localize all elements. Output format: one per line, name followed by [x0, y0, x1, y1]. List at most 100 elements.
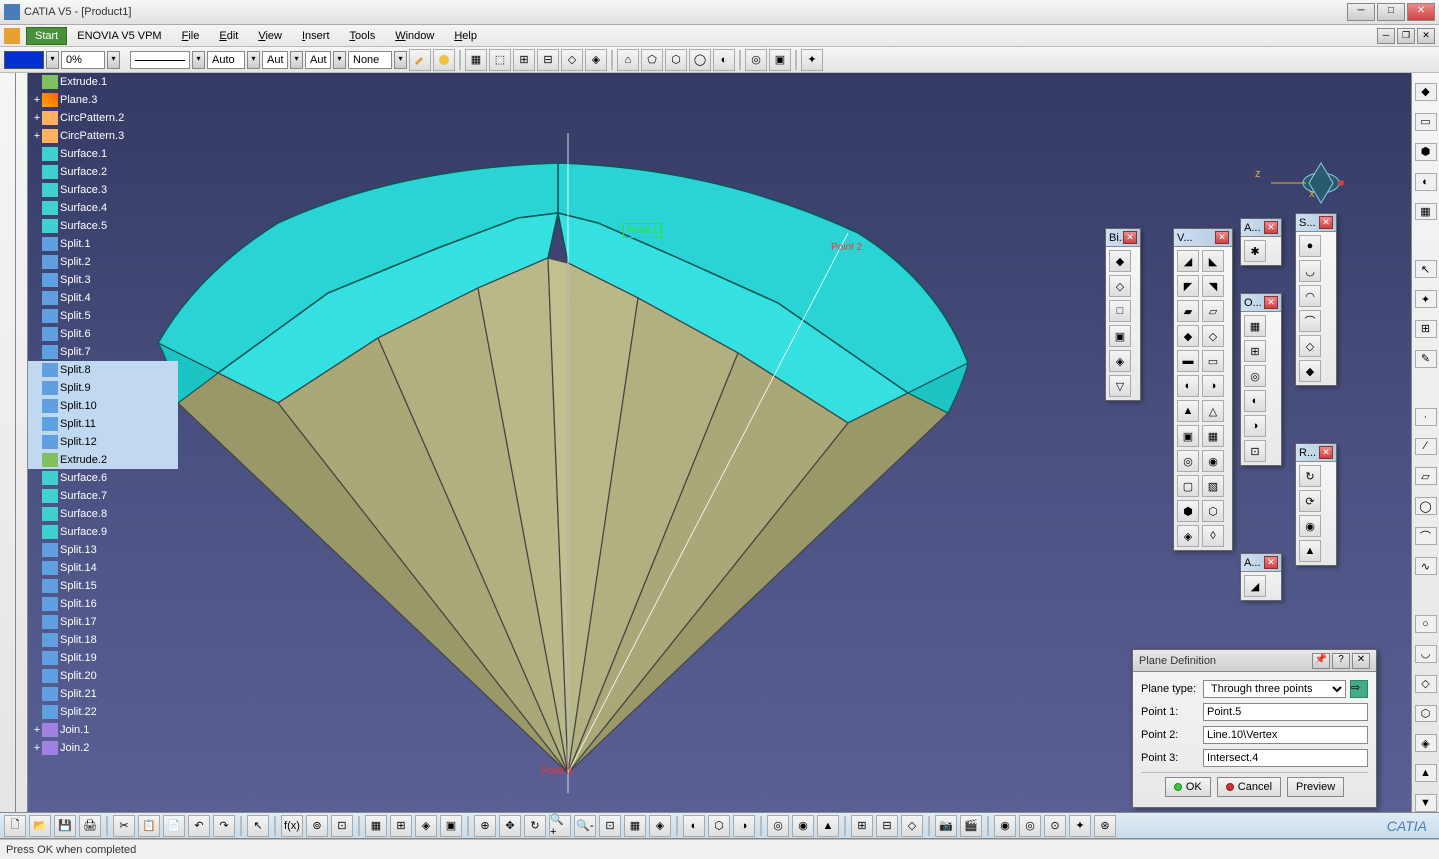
redo-icon[interactable]: ↷ — [213, 815, 235, 837]
tree-node-split-4[interactable]: Split.4 — [28, 289, 178, 307]
opacity-combo[interactable]: 0% — [61, 51, 105, 69]
tb-icon-14[interactable]: ✦ — [801, 49, 823, 71]
tree-node-circpattern-2[interactable]: +CircPattern.2 — [28, 109, 178, 127]
tree-node-split-5[interactable]: Split.5 — [28, 307, 178, 325]
zoom-out-icon[interactable]: 🔍- — [574, 815, 596, 837]
iso-view-icon[interactable]: ◈ — [649, 815, 671, 837]
tb-icon-1[interactable]: ▦ — [465, 49, 487, 71]
rail-tool-10[interactable]: ∕ — [1415, 438, 1437, 456]
rail-tool-17[interactable]: ◇ — [1415, 675, 1437, 693]
rail-tool-21[interactable]: ▼ — [1415, 794, 1437, 812]
point1-input[interactable] — [1203, 703, 1368, 721]
bt-2[interactable]: ⊡ — [331, 815, 353, 837]
palette-bi[interactable]: Bi...✕ ◆ ◇ □ ▣ ◈ ▽ — [1105, 228, 1141, 401]
bt-21[interactable]: ◉ — [792, 815, 814, 837]
preview-button[interactable]: Preview — [1287, 777, 1344, 797]
pal-s-1[interactable]: ● — [1299, 235, 1321, 257]
new-icon[interactable]: 🗋 — [4, 815, 26, 837]
bt-3[interactable]: ▦ — [365, 815, 387, 837]
rotate-icon[interactable]: ↻ — [524, 815, 546, 837]
pal-v-2[interactable]: ◣ — [1202, 250, 1224, 272]
menu-tools[interactable]: Tools — [340, 27, 386, 45]
wireframe-icon[interactable]: ⬡ — [708, 815, 730, 837]
tb-icon-12[interactable]: ◎ — [745, 49, 767, 71]
bt-27[interactable]: 🎬 — [960, 815, 982, 837]
pal-bi-4[interactable]: ▣ — [1109, 325, 1131, 347]
pal-s-2[interactable]: ◡ — [1299, 260, 1321, 282]
bt-31[interactable]: ✦ — [1069, 815, 1091, 837]
close-icon[interactable]: ✕ — [1264, 556, 1278, 569]
close-icon[interactable]: ✕ — [1215, 231, 1229, 244]
copy-icon[interactable]: 📋 — [138, 815, 160, 837]
pal-o-2[interactable]: ⊞ — [1244, 340, 1266, 362]
pal-s-3[interactable]: ◠ — [1299, 285, 1321, 307]
pal-v-18[interactable]: ◉ — [1202, 450, 1224, 472]
rail-tool-3[interactable]: ⬢ — [1415, 143, 1437, 161]
mdi-close[interactable]: ✕ — [1417, 28, 1435, 44]
dialog-help-icon[interactable]: ? — [1332, 653, 1350, 669]
tree-node-split-11[interactable]: Split.11 — [28, 415, 178, 433]
pal-s-4[interactable]: ⌒ — [1299, 310, 1321, 332]
rail-tool-15[interactable]: ○ — [1415, 615, 1437, 633]
opacity-dropdown[interactable]: ▾ — [107, 51, 120, 69]
tree-node-split-21[interactable]: Split.21 — [28, 685, 178, 703]
pal-a1-1[interactable]: ✱ — [1244, 240, 1266, 262]
tree-node-surface-6[interactable]: Surface.6 — [28, 469, 178, 487]
tree-node-split-9[interactable]: Split.9 — [28, 379, 178, 397]
zoom-in-icon[interactable]: 🔍+ — [549, 815, 571, 837]
fill-color-swatch[interactable] — [4, 51, 44, 69]
rail-tool-1[interactable]: ◆ — [1415, 83, 1437, 101]
auto1-combo[interactable]: Aut — [262, 51, 288, 69]
bt-20[interactable]: ◎ — [767, 815, 789, 837]
normal-view-icon[interactable]: ⊡ — [599, 815, 621, 837]
tree-node-join-1[interactable]: +Join.1 — [28, 721, 178, 739]
painter-icon[interactable] — [433, 49, 455, 71]
bt-22[interactable]: ▲ — [817, 815, 839, 837]
rail-tool-2[interactable]: ▭ — [1415, 113, 1437, 131]
tree-node-split-12[interactable]: Split.12 — [28, 433, 178, 451]
close-button[interactable]: ✕ — [1407, 3, 1435, 21]
tb-icon-4[interactable]: ⊟ — [537, 49, 559, 71]
bt-28[interactable]: ◉ — [994, 815, 1016, 837]
close-icon[interactable]: ✕ — [1264, 296, 1278, 309]
pal-v-7[interactable]: ◆ — [1177, 325, 1199, 347]
pal-v-12[interactable]: ◑ — [1202, 375, 1224, 397]
bt-29[interactable]: ◎ — [1019, 815, 1041, 837]
tree-node-surface-4[interactable]: Surface.4 — [28, 199, 178, 217]
rail-tool-5[interactable]: ▦ — [1415, 203, 1437, 221]
pal-v-6[interactable]: ▱ — [1202, 300, 1224, 322]
menu-file[interactable]: File — [172, 27, 210, 45]
bt-6[interactable]: ▣ — [440, 815, 462, 837]
tree-node-split-8[interactable]: Split.8 — [28, 361, 178, 379]
bt-4[interactable]: ⊞ — [390, 815, 412, 837]
rail-tool-16[interactable]: ◡ — [1415, 645, 1437, 663]
palette-v[interactable]: V...✕ ◢◣ ◤◥ ▰▱ ◆◇ ▬▭ ◐◑ ▲△ ▣▦ ◎◉ ▢▧ ⬢⬡ ◈… — [1173, 228, 1233, 551]
shading-icon[interactable]: ◐ — [683, 815, 705, 837]
pan-icon[interactable]: ✥ — [499, 815, 521, 837]
minimize-button[interactable]: ─ — [1347, 3, 1375, 21]
tree-node-split-10[interactable]: Split.10 — [28, 397, 178, 415]
tree-node-surface-3[interactable]: Surface.3 — [28, 181, 178, 199]
tree-node-split-17[interactable]: Split.17 — [28, 613, 178, 631]
maximize-button[interactable]: □ — [1377, 3, 1405, 21]
tree-node-split-6[interactable]: Split.6 — [28, 325, 178, 343]
pal-r-4[interactable]: ▲ — [1299, 540, 1321, 562]
pal-o-6[interactable]: ⊡ — [1244, 440, 1266, 462]
pal-r-3[interactable]: ◉ — [1299, 515, 1321, 537]
dialog-pin-icon[interactable]: 📌 — [1312, 653, 1330, 669]
dialog-titlebar[interactable]: Plane Definition 📌 ? ✕ — [1133, 650, 1376, 672]
tree-node-split-22[interactable]: Split.22 — [28, 703, 178, 721]
tree-node-split-3[interactable]: Split.3 — [28, 271, 178, 289]
tree-node-split-18[interactable]: Split.18 — [28, 631, 178, 649]
rail-tool-4[interactable]: ◐ — [1415, 173, 1437, 191]
tree-node-surface-2[interactable]: Surface.2 — [28, 163, 178, 181]
pal-bi-6[interactable]: ▽ — [1109, 375, 1131, 397]
pal-o-4[interactable]: ◐ — [1244, 390, 1266, 412]
arrow-icon[interactable]: ↖ — [1415, 260, 1437, 278]
hidden-icon[interactable]: ◑ — [733, 815, 755, 837]
pal-v-15[interactable]: ▣ — [1177, 425, 1199, 447]
fill-color-dropdown[interactable]: ▾ — [46, 51, 59, 69]
pal-v-10[interactable]: ▭ — [1202, 350, 1224, 372]
tb-icon-5[interactable]: ◇ — [561, 49, 583, 71]
ok-button[interactable]: OK — [1165, 777, 1211, 797]
